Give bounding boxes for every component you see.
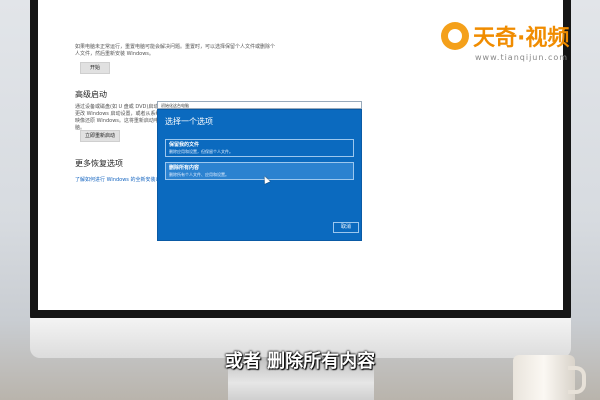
restart-now-button[interactable]: 立即重新启动 — [80, 130, 120, 142]
advanced-startup-description: 通过设备或磁盘(如 U 盘或 DVD)启动，更改 Windows 启动设置，或者… — [75, 104, 164, 131]
option-keep-files-description: 删除应用和设置，但保留个人文件。 — [169, 149, 233, 154]
cancel-button[interactable]: 取消 — [333, 222, 359, 233]
dialog-title-bar: 初始化这台电脑 — [157, 101, 362, 109]
option-remove-everything-description: 删除所有个人文件、应用和设置。 — [169, 172, 229, 177]
logo-url: www.tianqijun.com — [475, 53, 569, 62]
logo-text: 天奇·视频 — [473, 26, 570, 51]
start-button[interactable]: 开始 — [80, 62, 110, 74]
option-keep-files-title: 保留我的文件 — [169, 142, 200, 148]
more-options-heading: 更多恢复选项 — [75, 159, 123, 168]
video-subtitle: 或者 删除所有内容 — [224, 351, 376, 372]
logo: 天奇·视频 www.tianqijun.com — [441, 20, 581, 66]
more-options-link[interactable]: 了解如何进行 Windows 的全新安装以便开始 — [75, 176, 163, 183]
option-remove-everything[interactable]: 删除所有内容 删除所有个人文件、应用和设置。 — [165, 162, 354, 180]
advanced-startup-heading: 高级启动 — [75, 90, 107, 99]
reset-description: 如果电脑未正常运行，重置电脑可能会解决问题。重置时，可以选择保留个人文件或删除个… — [75, 44, 276, 57]
logo-icon — [441, 22, 469, 50]
dialog-heading: 选择一个选项 — [165, 117, 213, 126]
option-keep-files[interactable]: 保留我的文件 删除应用和设置，但保留个人文件。 — [165, 139, 354, 157]
reset-dialog: 选择一个选项 保留我的文件 删除应用和设置，但保留个人文件。 删除所有内容 删除… — [157, 109, 362, 241]
option-remove-everything-title: 删除所有内容 — [169, 165, 200, 171]
